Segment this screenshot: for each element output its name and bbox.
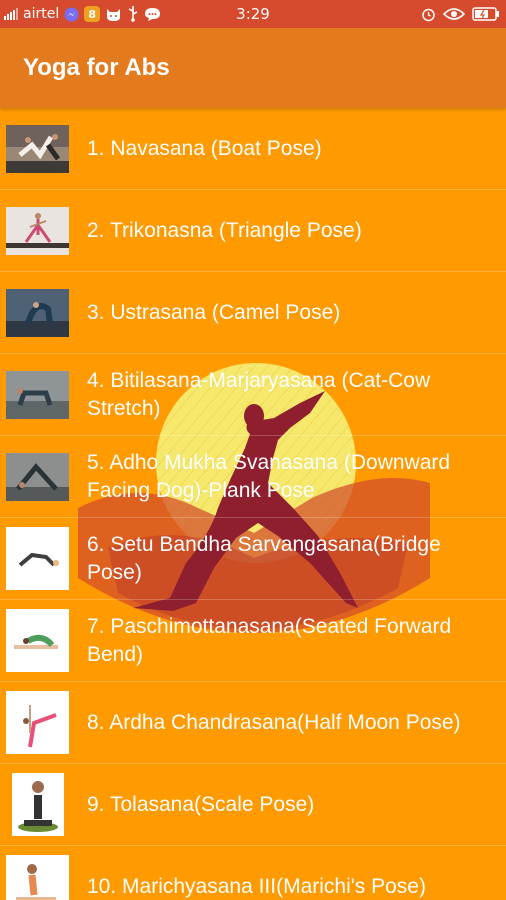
half-moon-pose-photo — [6, 691, 69, 754]
pose-list: 1. Navasana (Boat Pose) 2. Trikonasna (T… — [0, 108, 506, 900]
app-icon: 8 — [84, 6, 101, 22]
pose-label: 8. Ardha Chandrasana(Half Moon Pose) — [87, 710, 461, 734]
pose-label: 3. Ustrasana (Camel Pose) — [87, 300, 341, 324]
cat-cow-photo — [6, 370, 69, 419]
status-bar: airtel 8 3:29 — [0, 0, 506, 28]
list-item[interactable]: 1. Navasana (Boat Pose) — [0, 108, 506, 190]
pose-label: 6. Setu Bandha Sarvangasana(Bridge Pose) — [87, 532, 441, 584]
pose-label: 4. Bitilasana-Marjaryasana (Cat-Cow Stre… — [87, 368, 431, 420]
pose-label: 10. Marichyasana III(Marichi's Pose) — [87, 874, 426, 898]
list-item[interactable]: 6. Setu Bandha Sarvangasana(Bridge Pose) — [0, 518, 506, 600]
messenger-icon — [64, 7, 79, 22]
chat-icon — [144, 7, 161, 22]
eye-icon — [443, 7, 465, 21]
app-title: Yoga for Abs — [23, 54, 170, 81]
signal-icon — [4, 8, 18, 20]
pose-label: 9. Tolasana(Scale Pose) — [87, 792, 315, 816]
downward-dog-photo — [6, 452, 69, 501]
list-item[interactable]: 8. Ardha Chandrasana(Half Moon Pose) — [0, 682, 506, 764]
pose-label: 2. Trikonasna (Triangle Pose) — [87, 218, 362, 242]
list-item[interactable]: 10. Marichyasana III(Marichi's Pose) — [0, 846, 506, 900]
list-item[interactable]: 5. Adho Mukha Svanasana (Downward Facing… — [0, 436, 506, 518]
list-item[interactable]: 2. Trikonasna (Triangle Pose) — [0, 190, 506, 272]
boat-pose-photo — [6, 124, 69, 173]
app-bar: Yoga for Abs — [0, 28, 506, 108]
camel-pose-photo — [6, 288, 69, 337]
carrier-name: airtel — [23, 6, 60, 22]
battery-icon — [472, 7, 500, 21]
cat-icon — [105, 7, 122, 22]
bridge-pose-photo — [6, 527, 69, 590]
scale-pose-photo — [12, 773, 64, 836]
alarm-icon — [421, 7, 436, 22]
seated-forward-bend-photo — [6, 609, 69, 672]
pose-label: 5. Adho Mukha Svanasana (Downward Facing… — [87, 450, 451, 502]
list-item[interactable]: 9. Tolasana(Scale Pose) — [0, 764, 506, 846]
usb-icon — [127, 6, 139, 22]
pose-label: 7. Paschimottanasana(Seated Forward Bend… — [87, 614, 452, 666]
pose-label: 1. Navasana (Boat Pose) — [87, 136, 322, 160]
marichi-pose-photo — [6, 855, 69, 900]
list-item[interactable]: 7. Paschimottanasana(Seated Forward Bend… — [0, 600, 506, 682]
list-item[interactable]: 4. Bitilasana-Marjaryasana (Cat-Cow Stre… — [0, 354, 506, 436]
list-item[interactable]: 3. Ustrasana (Camel Pose) — [0, 272, 506, 354]
triangle-pose-photo — [6, 206, 69, 255]
